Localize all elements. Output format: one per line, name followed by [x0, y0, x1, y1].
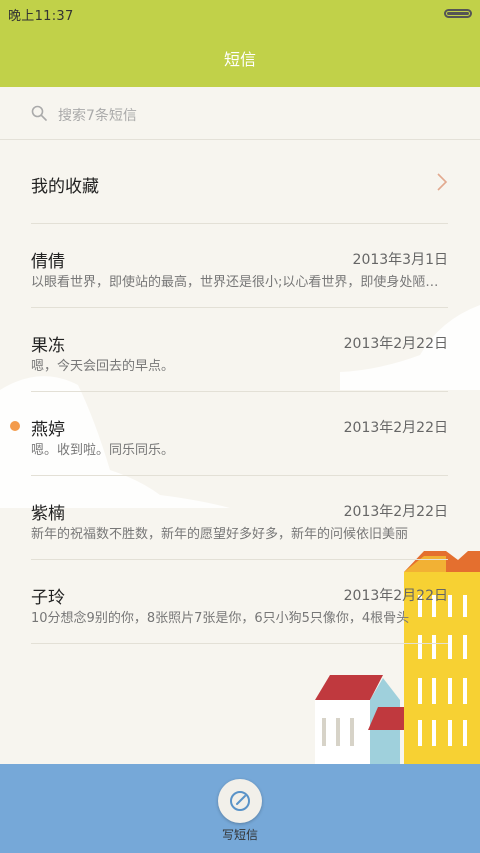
message-preview: 嗯，今天会回去的早点。	[31, 359, 175, 374]
message-date: 2013年3月1日	[352, 252, 448, 268]
search-bar[interactable]: 搜索7条短信	[0, 87, 480, 140]
message-date: 2013年2月22日	[343, 420, 448, 436]
unread-dot	[10, 421, 20, 431]
small-building	[315, 675, 404, 764]
edit-icon	[230, 791, 250, 811]
search-input[interactable]: 搜索7条短信	[58, 105, 137, 125]
contact-name: 果冻	[31, 336, 65, 356]
bottom-bar: 写短信	[0, 764, 480, 853]
message-item-guodong[interactable]: 果冻 2013年2月22日 嗯，今天会回去的早点。	[0, 308, 480, 392]
contact-name: 紫楠	[31, 504, 65, 524]
message-item-ziling[interactable]: 子玲 2013年2月22日 10分想念9别的你，8张照片7张是你，6只小狗5只像…	[0, 560, 480, 644]
message-item-yanting[interactable]: 燕婷 2013年2月22日 嗯。收到啦。同乐同乐。	[0, 392, 480, 476]
message-date: 2013年2月22日	[343, 336, 448, 352]
battery-icon	[444, 9, 472, 18]
message-preview: 10分想念9别的你，8张照片7张是你，6只小狗5只像你，4根骨头	[31, 611, 410, 626]
compose-button[interactable]	[218, 779, 262, 823]
message-preview: 嗯。收到啦。同乐同乐。	[31, 443, 175, 458]
favorites-label: 我的收藏	[31, 177, 99, 197]
compose-label: 写短信	[221, 828, 258, 842]
message-preview: 新年的祝福数不胜数，新年的愿望好多好多，新年的问候依旧美丽	[31, 527, 409, 542]
title-bar: 晚上11:37 短信	[0, 0, 480, 87]
page-title: 短信	[223, 50, 256, 69]
divider	[31, 643, 448, 644]
search-icon	[31, 105, 47, 121]
message-item-zinan[interactable]: 紫楠 2013年2月22日 新年的祝福数不胜数，新年的愿望好多好多，新年的问候依…	[0, 476, 480, 560]
status-time: 晚上11:37	[8, 9, 74, 24]
message-preview: 以眼看世界，即使站的最高，世界还是很小;以心看世界，即使身处陋室，世界也很大	[31, 275, 448, 290]
chevron-right-icon	[437, 173, 448, 191]
message-date: 2013年2月22日	[343, 504, 448, 520]
message-date: 2013年2月22日	[343, 588, 448, 604]
contact-name: 倩倩	[31, 252, 65, 272]
message-item-qianqian[interactable]: 倩倩 2013年3月1日 以眼看世界，即使站的最高，世界还是很小;以心看世界，即…	[0, 224, 480, 308]
contact-name: 子玲	[31, 588, 65, 608]
favorites-row[interactable]: 我的收藏	[0, 140, 480, 224]
contact-name: 燕婷	[31, 420, 65, 440]
